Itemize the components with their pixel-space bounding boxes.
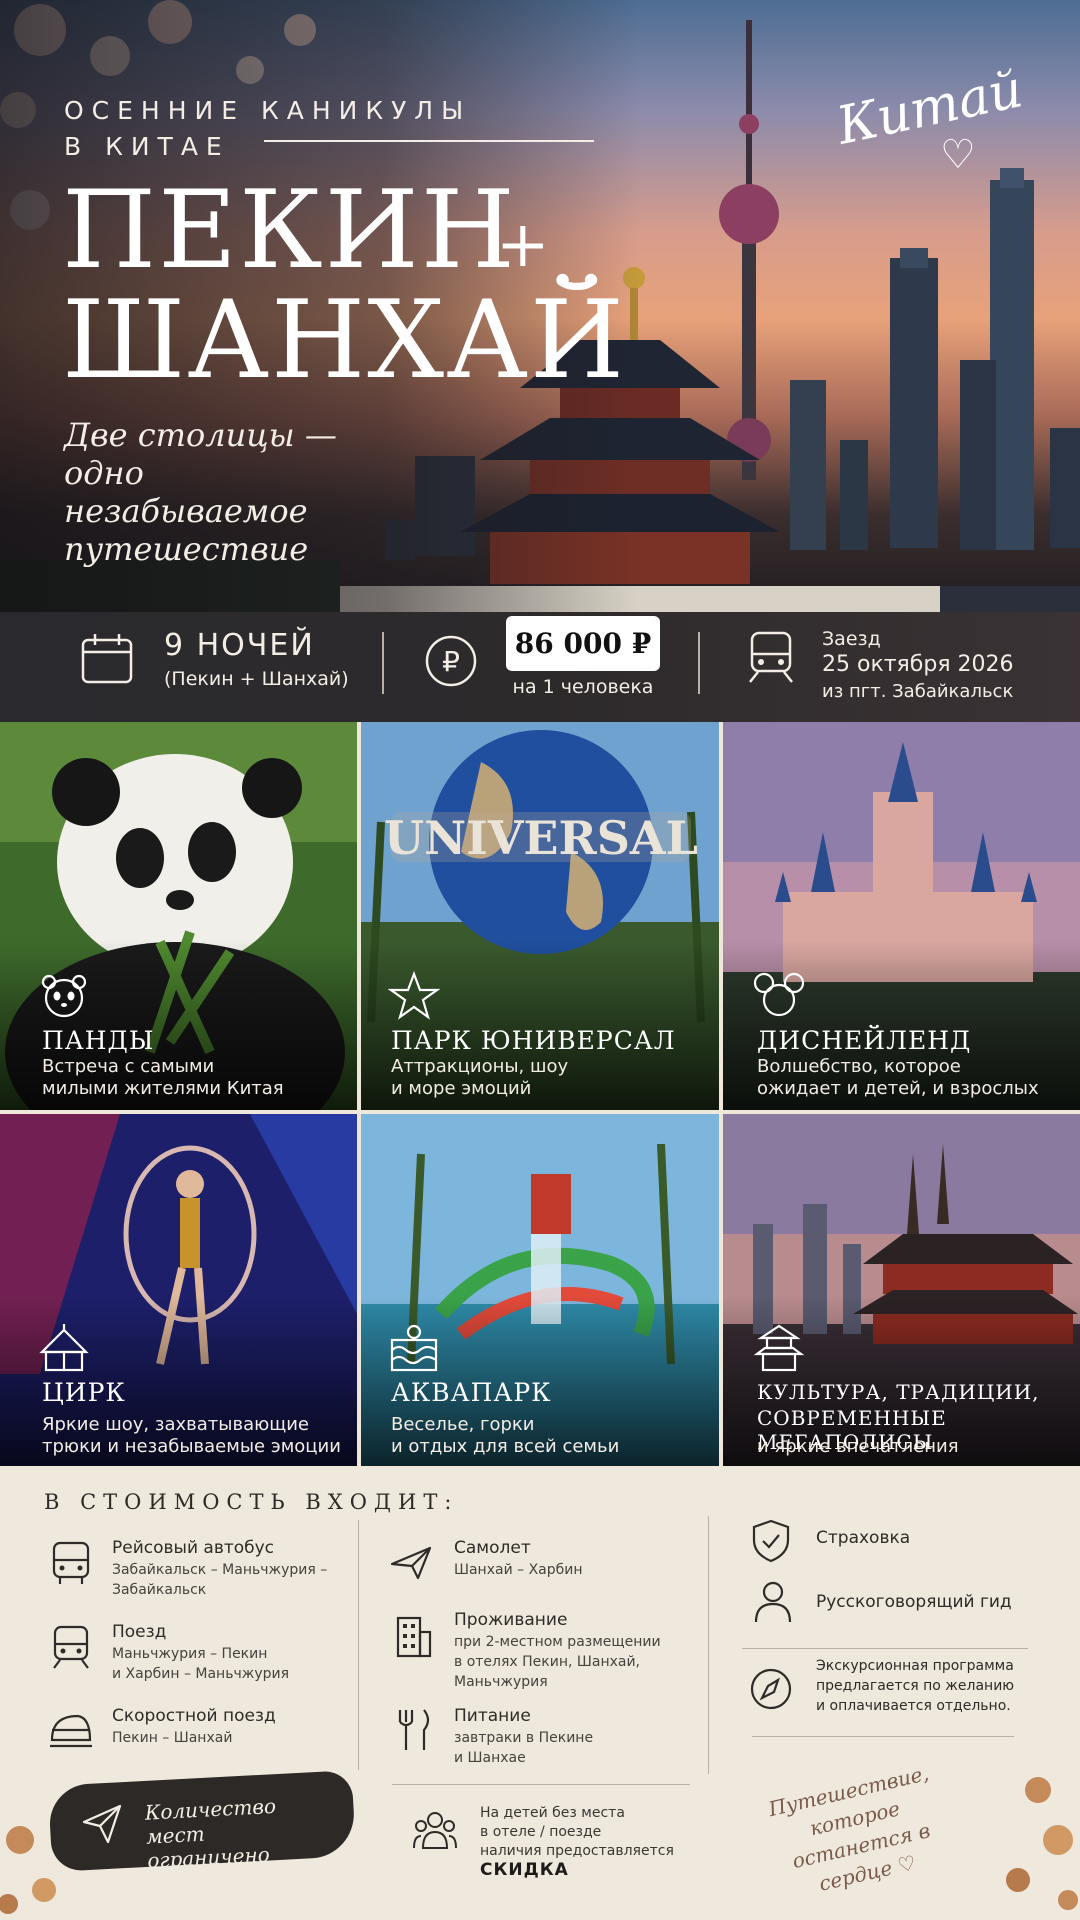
- train-icon: [749, 631, 793, 683]
- card-desc-line1: и яркие впечатления: [757, 1436, 959, 1457]
- bus-route-l1: Забайкальск – Маньчжурия –: [112, 1562, 328, 1578]
- excursion-l3: и оплачивается отдельно.: [816, 1698, 1011, 1714]
- svg-text:₽: ₽: [442, 645, 460, 678]
- card-title: ДИСНЕЙЛЕНД: [757, 1026, 972, 1055]
- card-title: ПАРК ЮНИВЕРСАЛ: [391, 1026, 676, 1055]
- kicker-line1: ОСЕННИЕ КАНИКУЛЫ: [64, 96, 472, 125]
- row-divider: [752, 1736, 1014, 1737]
- card-desc-line1: Веселье, горки: [391, 1414, 535, 1435]
- fast-train-title: Скоростной поезд: [112, 1706, 276, 1726]
- card-title: ЦИРК: [42, 1378, 126, 1407]
- card-pandas: ПАНДЫ Встреча с самыми милыми жителями К…: [0, 722, 357, 1110]
- guide-icon: [754, 1581, 792, 1623]
- water-icon: [390, 1324, 438, 1372]
- card-desc-line1: Волшебство, которое: [757, 1056, 961, 1077]
- plane-route: Шанхай – Харбин: [454, 1562, 583, 1578]
- card-disneyland: ДИСНЕЙЛЕНД Волшебство, которое ожидает и…: [723, 722, 1080, 1110]
- high-speed-train-icon: [50, 1714, 92, 1748]
- arrival-from: из пгт. Забайкальск: [822, 681, 1014, 702]
- card-desc-line1: Яркие шоу, захватывающие: [42, 1414, 309, 1435]
- card-desc-line1: Аттракционы, шоу: [391, 1056, 569, 1077]
- kids-l3: наличия предоставляется: [480, 1843, 674, 1859]
- hotel-icon: [396, 1616, 432, 1658]
- universal-globe-text: UNIVERSAL: [384, 811, 698, 865]
- card-title: ПАНДЫ: [42, 1026, 155, 1055]
- hero-kicker: ОСЕННИЕ КАНИКУЛЫ В КИТАЕ: [64, 93, 471, 165]
- info-divider: [698, 632, 700, 694]
- card-universal: UNIVERSAL ПАРК ЮНИВЕРСАЛ Аттракционы, шо…: [361, 722, 719, 1110]
- autumn-leaves-right: [1006, 1777, 1078, 1910]
- kids-l1: На детей без места: [480, 1805, 625, 1821]
- card-desc-line2: милыми жителями Китая: [42, 1078, 284, 1099]
- card-desc-line1: Встреча с самыми: [42, 1056, 215, 1077]
- cutlery-icon: [398, 1709, 430, 1750]
- hotel-l1: при 2-местном размещении: [454, 1634, 661, 1650]
- insurance-title: Страховка: [816, 1528, 911, 1548]
- column-divider: [708, 1516, 709, 1774]
- fast-train-route: Пекин – Шанхай: [112, 1730, 233, 1746]
- food-l1: завтраки в Пекине: [454, 1730, 594, 1746]
- card-circus: ЦИРК Яркие шоу, захватывающие трюки и не…: [0, 1114, 357, 1466]
- column-divider: [358, 1520, 359, 1770]
- family-icon: [413, 1812, 457, 1849]
- card-aquapark: АКВАПАРК Веселье, горки и отдых для всей…: [361, 1114, 719, 1466]
- compass-icon: [750, 1668, 792, 1710]
- food-l2: и Шанхае: [454, 1750, 526, 1766]
- card-desc-line2: и отдых для всей семьи: [391, 1436, 620, 1457]
- price-badge: 86 000 ₽: [506, 616, 660, 671]
- card-desc-line2: трюки и незабываемые эмоции: [42, 1436, 341, 1457]
- card-title: КУЛЬТУРА, ТРАДИЦИИ,: [757, 1380, 1040, 1404]
- title-plus: +: [496, 208, 550, 282]
- ruble-icon: ₽: [425, 635, 477, 687]
- info-divider: [382, 632, 384, 694]
- train-title: Поезд: [112, 1622, 167, 1642]
- included-heading: В СТОИМОСТЬ ВХОДИТ:: [44, 1490, 459, 1514]
- hotel-title: Проживание: [454, 1610, 568, 1630]
- excursion-l2: предлагается по желанию: [816, 1678, 1015, 1694]
- heart-icon: ♡: [940, 132, 976, 178]
- mickey-icon: [753, 972, 805, 1017]
- kicker-line2: В КИТАЕ: [64, 132, 230, 161]
- train-route-l1: Маньчжурия – Пекин: [112, 1646, 268, 1662]
- card-desc-line2: ожидает и детей, и взрослых: [757, 1078, 1039, 1099]
- card-title: АКВАПАРК: [391, 1378, 552, 1407]
- hero-banner: ОСЕННИЕ КАНИКУЛЫ В КИТАЕ ПЕКИН ШАНХАЙ + …: [0, 0, 1080, 612]
- star-icon: [388, 970, 440, 1020]
- nights-count: 9 НОЧЕЙ: [164, 628, 315, 663]
- plane-title: Самолет: [454, 1538, 531, 1558]
- nights-cities: (Пекин + Шанхай): [164, 668, 349, 690]
- kids-discount-text: На детей без места в отеле / поезде нали…: [480, 1804, 710, 1861]
- bus-title: Рейсовый автобус: [112, 1538, 275, 1558]
- circus-tent-icon: [39, 1324, 89, 1372]
- plane-icon: [390, 1546, 432, 1580]
- excursion-l1: Экскурсионная программа: [816, 1658, 1014, 1674]
- train-route-l2: и Харбин – Маньчжурия: [112, 1666, 290, 1682]
- limited-seats-text: Количество мест ограничено: [144, 1793, 277, 1873]
- row-divider: [392, 1784, 690, 1785]
- shield-icon: [752, 1519, 790, 1563]
- hotel-l3: Маньчжурия: [454, 1674, 548, 1690]
- price-per-person: на 1 человека: [512, 676, 654, 698]
- pagoda-icon: [753, 1324, 805, 1372]
- arrival-date: 25 октября 2026: [822, 652, 1014, 677]
- row-divider: [742, 1648, 1028, 1649]
- hero-subtitle: Две столицы — одно незабываемое путешест…: [64, 416, 337, 568]
- bus-route-l2: Забайкальск: [112, 1582, 207, 1598]
- panda-icon: [41, 974, 87, 1018]
- card-desc-line2: и море эмоций: [391, 1078, 532, 1099]
- kicker-rule: [264, 140, 594, 142]
- calendar-icon: [81, 634, 133, 684]
- food-title: Питание: [454, 1706, 531, 1726]
- kids-l2: в отеле / поезде: [480, 1824, 602, 1840]
- bus-icon: [52, 1541, 90, 1584]
- autumn-leaves-left: [0, 1826, 56, 1914]
- kids-discount-bold: СКИДКА: [480, 1860, 569, 1880]
- arrival-label: Заезд: [822, 628, 881, 650]
- guide-title: Русскоговорящий гид: [816, 1592, 1012, 1612]
- card-culture: КУЛЬТУРА, ТРАДИЦИИ, СОВРЕМЕННЫЕ МЕГАПОЛИ…: [723, 1114, 1080, 1466]
- hotel-l2: в отелях Пекин, Шанхай,: [454, 1654, 641, 1670]
- title-line2: ШАНХАЙ: [62, 278, 627, 403]
- train-icon: [53, 1625, 89, 1669]
